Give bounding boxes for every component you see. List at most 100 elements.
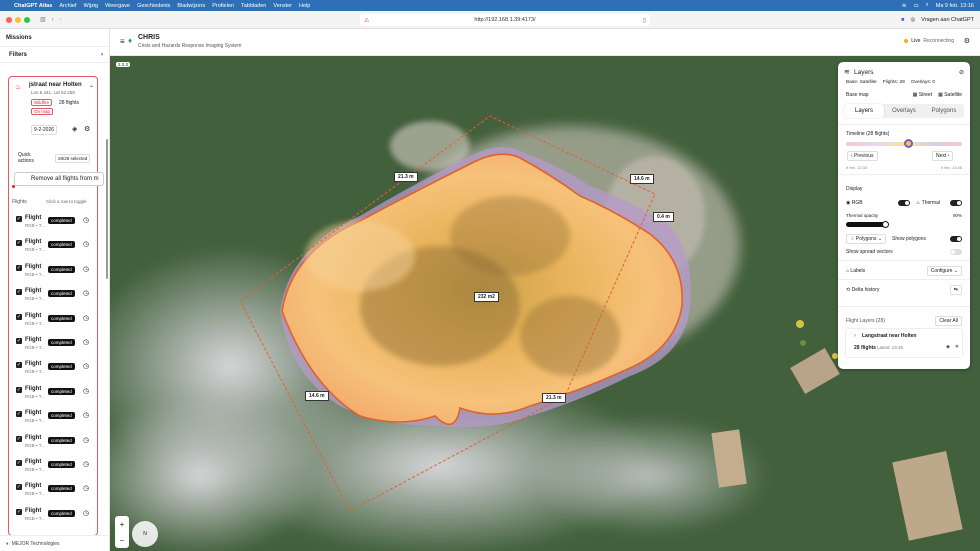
chevron-down-icon[interactable]: ⌄: [89, 82, 94, 89]
chevron-right-icon[interactable]: ›: [854, 333, 856, 339]
flight-checkbox[interactable]: ✓: [16, 216, 22, 222]
remove-all-flights-button[interactable]: Remove all flights from m: [14, 172, 104, 186]
clock-icon[interactable]: ◷: [83, 509, 89, 517]
flight-row[interactable]: ✓ Flight RGB • T... completed ◷: [16, 506, 102, 528]
rgb-toggle[interactable]: [897, 200, 910, 206]
flight-row[interactable]: ✓ Flight RGB • T... completed ◷: [16, 433, 102, 455]
configure-dropdown[interactable]: Configure ⌄: [926, 266, 962, 276]
zoom-in-button[interactable]: +: [120, 520, 125, 529]
tab-polygons[interactable]: Polygons: [924, 104, 964, 118]
zoom-window-button[interactable]: [24, 16, 30, 23]
sidebar-toggle-icon[interactable]: ▥: [40, 16, 46, 23]
tab-layers[interactable]: Layers: [844, 104, 884, 118]
flight-row[interactable]: ✓ Flight RGB • T... completed ◷: [16, 384, 102, 406]
show-spread-toggle[interactable]: [950, 249, 962, 255]
clock-icon[interactable]: ◷: [83, 240, 89, 248]
menu-geschiedenis[interactable]: Geschiedenis: [137, 3, 170, 9]
menu-tabbladen[interactable]: Tabbladen: [241, 3, 266, 9]
delta-swap-button[interactable]: ⇆: [949, 285, 962, 295]
flight-checkbox[interactable]: ✓: [16, 435, 22, 442]
flight-checkbox[interactable]: ✓: [16, 313, 22, 320]
mission-date[interactable]: 9-2-2026: [31, 125, 58, 135]
clock-icon[interactable]: ◷: [83, 484, 89, 492]
address-bar[interactable]: ⚠ http://192.168.1.39:4173/ ▯: [360, 14, 650, 26]
search-icon[interactable]: ⌕: [926, 2, 929, 9]
menu-archief[interactable]: Archief: [59, 3, 76, 9]
locate-icon[interactable]: ◈: [946, 344, 950, 350]
thermal-opacity-slider[interactable]: [846, 222, 886, 227]
thermal-toggle[interactable]: [950, 200, 962, 206]
flight-row[interactable]: ✓ Flight RGB • T... completed ◷: [16, 311, 102, 333]
flight-checkbox[interactable]: ✓: [16, 386, 22, 393]
close-window-button[interactable]: [6, 16, 12, 23]
wifi-icon[interactable]: ≋: [902, 3, 907, 9]
clock-icon[interactable]: ◷: [83, 362, 89, 370]
battery-icon[interactable]: ▭: [913, 3, 918, 9]
filters-toggle[interactable]: Filters ›: [0, 47, 109, 63]
flight-checkbox[interactable]: ✓: [16, 484, 22, 491]
ask-chatgpt-button[interactable]: Vragen aan ChatGPT: [921, 17, 974, 23]
close-icon[interactable]: ✕: [955, 344, 959, 350]
forward-icon[interactable]: ›: [60, 17, 62, 23]
menu-profielen[interactable]: Profielen: [212, 3, 234, 9]
flight-checkbox[interactable]: ✓: [16, 338, 22, 344]
hide-panel-icon[interactable]: ⊘: [959, 69, 964, 76]
opacity-slider-thumb[interactable]: [882, 221, 889, 228]
extension-icon[interactable]: ■: [901, 17, 904, 23]
previous-button[interactable]: ‹ Previous: [847, 151, 878, 161]
polygons-dropdown[interactable]: ♢ Polygons ⌄: [846, 234, 887, 244]
gear-icon[interactable]: ⚙: [84, 125, 90, 133]
back-icon[interactable]: ‹: [52, 17, 54, 23]
menu-clock[interactable]: Ma 9 feb. 13:16: [936, 3, 974, 9]
flight-checkbox[interactable]: ✓: [16, 411, 22, 418]
flight-row[interactable]: ✓ Flight RGB • T... completed ◷: [16, 237, 102, 259]
insecure-warning-icon[interactable]: ⚠: [364, 17, 369, 24]
flight-row[interactable]: ✓ Flight RGB • T... completed ◷: [16, 481, 102, 503]
clock-icon[interactable]: ◷: [83, 387, 89, 395]
minimize-window-button[interactable]: [15, 16, 21, 23]
menu-wijzig[interactable]: Wijzig: [83, 3, 98, 9]
flight-checkbox[interactable]: ✓: [16, 289, 22, 296]
sidebar-scrollbar[interactable]: [106, 139, 108, 279]
flight-row[interactable]: ✓ Flight RGB • T... completed ◷: [16, 262, 102, 284]
menu-help[interactable]: Help: [299, 3, 310, 9]
flight-checkbox[interactable]: ✓: [16, 460, 22, 466]
flight-row[interactable]: ✓ Flight RGB • T... completed ◷: [16, 457, 102, 479]
tab-overlays[interactable]: Overlays: [884, 104, 924, 118]
menu-weergave[interactable]: Weergave: [105, 3, 130, 9]
menu-venster[interactable]: Venster: [273, 3, 292, 9]
show-polygons-toggle[interactable]: [950, 236, 962, 242]
clock-icon[interactable]: ◷: [83, 460, 89, 468]
flight-checkbox[interactable]: ✓: [16, 240, 22, 247]
locate-icon[interactable]: ◈: [72, 125, 77, 133]
flight-group-card[interactable]: › Langstraat near Holten 28 flights Late…: [845, 328, 963, 358]
chatgpt-icon[interactable]: ◎: [910, 17, 915, 23]
clock-icon[interactable]: ◷: [83, 265, 89, 273]
flight-row[interactable]: ✓ Flight RGB • T... completed ◷: [16, 286, 102, 308]
settings-gear-icon[interactable]: ⚙: [964, 37, 970, 45]
basemap-satellite-button[interactable]: ▦ Satellite: [938, 92, 962, 98]
flight-checkbox[interactable]: ✓: [16, 362, 22, 369]
zoom-out-button[interactable]: −: [120, 536, 125, 545]
clock-icon[interactable]: ◷: [83, 436, 89, 444]
clock-icon[interactable]: ◷: [83, 216, 89, 224]
next-button[interactable]: Next ›: [932, 151, 954, 161]
hamburger-menu-icon[interactable]: ≡: [120, 37, 125, 46]
flight-row[interactable]: ✓ Flight RGB • T... completed ◷: [16, 335, 102, 357]
bookmark-icon[interactable]: ▯: [643, 17, 646, 24]
menu-app-name[interactable]: ChatGPT Atlas: [14, 3, 52, 9]
clock-icon[interactable]: ◷: [83, 411, 89, 419]
flight-row[interactable]: ✓ Flight RGB • T... completed ◷: [16, 213, 102, 235]
flight-row[interactable]: ✓ Flight RGB • T... completed ◷: [16, 408, 102, 430]
compass-control[interactable]: N: [132, 521, 158, 547]
timeline-thumb[interactable]: [904, 139, 913, 148]
flight-row[interactable]: ✓ Flight RGB • T... completed ◷: [16, 359, 102, 381]
flight-checkbox[interactable]: ✓: [16, 508, 22, 515]
clock-icon[interactable]: ◷: [83, 338, 89, 346]
menu-bladwijzers[interactable]: Bladwijzers: [177, 3, 205, 9]
clock-icon[interactable]: ◷: [83, 314, 89, 322]
clock-icon[interactable]: ◷: [83, 289, 89, 297]
flight-checkbox[interactable]: ✓: [16, 264, 22, 271]
clear-all-button[interactable]: Clear All: [935, 316, 962, 326]
basemap-street-button[interactable]: ▦ Street: [913, 92, 932, 98]
